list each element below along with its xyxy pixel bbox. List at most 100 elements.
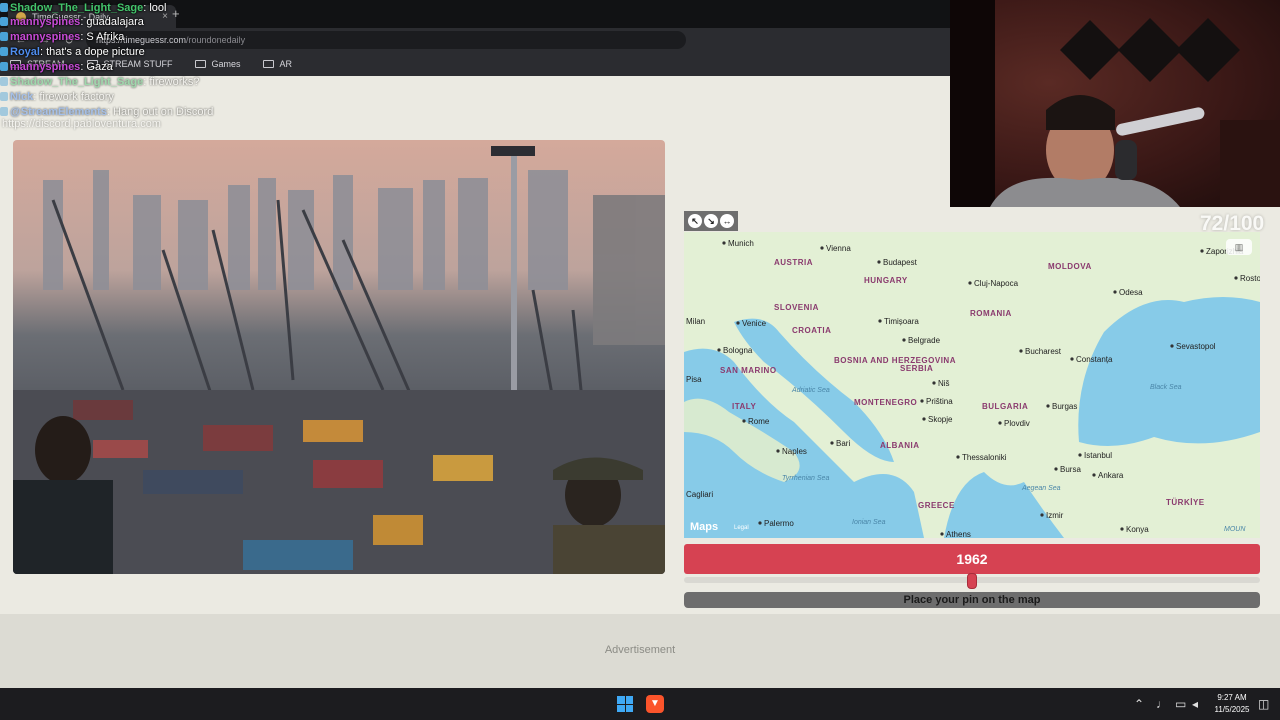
map-label-sea: Ionian Sea — [852, 519, 886, 526]
city-dot — [1113, 290, 1117, 294]
stream-chat-overlay: Shadow_The_Light_Sage: lool mannyspines: … — [0, 0, 400, 135]
windows-start-icon[interactable] — [617, 696, 633, 712]
chat-username: Shadow_The_Light_Sage — [10, 75, 144, 88]
chat-message: Nick: firework factory — [0, 89, 114, 104]
volume-icon[interactable]: ◂ — [1192, 697, 1198, 711]
chat-message: mannyspines: Gaza — [0, 59, 113, 74]
map-label-city: Milan — [686, 317, 705, 326]
map-label-city: Ankara — [1098, 471, 1124, 480]
chat-text: : fireworks? — [143, 75, 200, 88]
map-label-sea: Aegean Sea — [1021, 485, 1061, 492]
chat-text: : lool — [143, 1, 167, 14]
map-label-city: Belgrade — [908, 336, 941, 345]
chat-badge-icon — [0, 32, 8, 41]
map-label-country: SAN MARINO — [720, 366, 777, 375]
advertisement-label: Advertisement — [604, 644, 676, 656]
map-label-city: Plovdiv — [1004, 419, 1030, 428]
pin-map-icon[interactable]: ↔ — [720, 214, 734, 228]
clock-date: 11/5/2025 — [1214, 705, 1250, 714]
brave-browser-icon[interactable]: ▼ — [646, 695, 664, 713]
map-label-city: Skopje — [928, 415, 953, 424]
notification-icon[interactable]: ◫ — [1258, 697, 1269, 711]
city-dot — [878, 319, 882, 323]
map-label-city: Budapest — [883, 258, 918, 267]
place-pin-button[interactable]: Place your pin on the map — [684, 592, 1260, 608]
advertisement-band: Advertisement — [0, 614, 1280, 688]
chat-username: Royal — [10, 45, 40, 58]
guess-map[interactable]: Munich Vienna Budapest AUSTRIA HUNGARY MOLDOV… — [684, 232, 1260, 538]
chat-badge-icon — [0, 107, 8, 116]
map-label-city: Pisa — [686, 375, 702, 384]
map-label-country: ROMANIA — [970, 309, 1012, 318]
city-dot — [776, 449, 780, 453]
map-label-city: Athens — [946, 530, 971, 538]
chat-username: mannyspines — [10, 30, 81, 43]
map-label-city: Istanbul — [1084, 451, 1112, 460]
round-photo — [13, 140, 665, 574]
port-photo-illustration — [13, 146, 665, 574]
map-label-country: MOLDOVA — [1048, 262, 1092, 271]
city-dot — [1120, 527, 1124, 531]
expand-map-icon[interactable]: ↖ — [688, 214, 702, 228]
map-legal-link[interactable]: Legal — [734, 525, 749, 531]
map-style-toggle[interactable]: ▥ — [1226, 239, 1252, 255]
city-dot — [920, 399, 924, 403]
chat-username: mannyspines — [10, 15, 81, 28]
map-label-city: Bari — [836, 439, 850, 448]
map-label-sea: MOUN — [1224, 526, 1246, 533]
chat-message: mannyspines: S Afrika — [0, 29, 124, 44]
chat-message: Shadow_The_Light_Sage: fireworks? — [0, 74, 200, 89]
chat-message: mannyspines: guadalajara — [0, 14, 144, 29]
map-label-city: Odesa — [1119, 288, 1143, 297]
map-label-city: Niš — [938, 379, 950, 388]
shrink-map-icon[interactable]: ↘ — [704, 214, 718, 228]
city-dot — [722, 241, 726, 245]
map-label-city: Priština — [926, 397, 953, 406]
chat-badge-icon — [0, 17, 8, 26]
chat-badge-icon — [0, 77, 8, 86]
chat-badge-icon — [0, 3, 8, 12]
city-dot — [922, 417, 926, 421]
map-label-country: ALBANIA — [880, 441, 920, 450]
city-dot — [736, 321, 740, 325]
map-label-city: Timișoara — [884, 317, 919, 326]
map-label-city: Burgas — [1052, 402, 1077, 411]
city-dot — [956, 455, 960, 459]
map-canvas[interactable]: Munich Vienna Budapest AUSTRIA HUNGARY MOLDOV… — [684, 232, 1260, 538]
map-label-city: Bursa — [1060, 465, 1081, 474]
city-dot — [820, 246, 824, 250]
chat-text: : firework factory — [33, 90, 114, 103]
chat-username: mannyspines — [10, 60, 81, 73]
year-display: 1962 — [684, 544, 1260, 574]
clock[interactable]: 9:27 AM 11/5/2025 — [1209, 692, 1255, 716]
chat-message: Shadow_The_Light_Sage: lool — [0, 0, 167, 15]
city-dot — [1170, 344, 1174, 348]
map-label-country: BOSNIA AND HERZEGOVINA — [834, 356, 956, 365]
chat-text: : S Afrika — [80, 30, 125, 43]
chat-message: Royal: that's a dope picture — [0, 44, 145, 59]
city-dot — [1046, 404, 1050, 408]
year-slider-thumb[interactable] — [967, 573, 977, 589]
map-label-city: Cagliari — [686, 490, 713, 499]
map-label-sea: Tyrrhenian Sea — [782, 475, 829, 482]
clock-time: 9:27 AM — [1217, 693, 1247, 702]
map-label-country: TÜRKİYE — [1166, 498, 1205, 507]
city-dot — [1070, 357, 1074, 361]
city-dot — [877, 260, 881, 264]
map-label-city: Naples — [782, 447, 807, 456]
map-label-city: Bucharest — [1025, 347, 1062, 356]
map-label-country: BULGARIA — [982, 402, 1028, 411]
chat-username: Nick — [10, 90, 34, 103]
chat-badge-icon — [0, 62, 8, 71]
city-dot — [1019, 349, 1023, 353]
map-label-city: Rome — [748, 417, 770, 426]
chevron-up-icon[interactable]: ⌃ — [1134, 697, 1144, 711]
city-dot — [758, 521, 762, 525]
map-label-city: Thessaloniki — [962, 453, 1007, 462]
microphone-icon[interactable]: ♩ — [1156, 697, 1168, 711]
webcam-feed — [950, 0, 1280, 207]
map-label-city: Konya — [1126, 525, 1149, 534]
network-icon[interactable]: ▭ — [1175, 697, 1186, 711]
map-label-city: Rosto — [1240, 274, 1260, 283]
city-dot — [1234, 276, 1238, 280]
